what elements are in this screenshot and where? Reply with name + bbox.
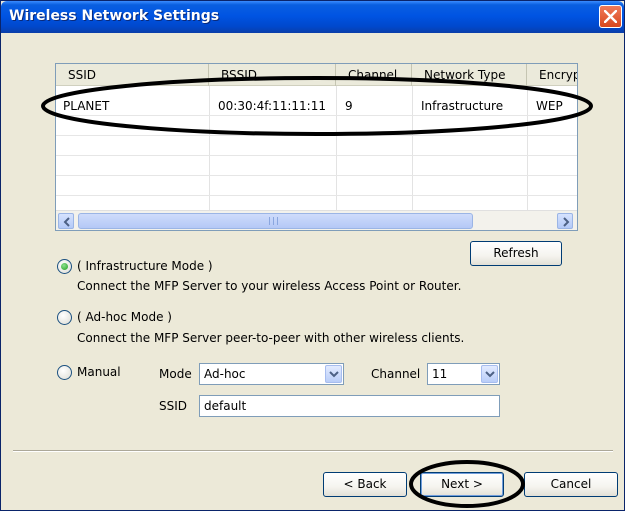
column-header-bssid[interactable]: BSSID xyxy=(209,64,336,86)
chevron-down-icon xyxy=(485,371,495,378)
network-list[interactable]: SSID BSSID Channel Network Type Encrypti… xyxy=(55,63,578,231)
cell-ssid: PLANET xyxy=(63,99,110,113)
empty-row xyxy=(56,157,577,176)
column-header-network-type[interactable]: Network Type xyxy=(412,64,527,86)
grip-icon xyxy=(269,217,283,225)
infrastructure-mode-label[interactable]: ( Infrastructure Mode ) xyxy=(77,259,213,273)
column-header-ssid[interactable]: SSID xyxy=(56,64,209,86)
chevron-down-icon xyxy=(329,371,339,378)
empty-row xyxy=(56,117,577,136)
scroll-left-button[interactable] xyxy=(58,213,74,229)
ssid-input-value: default xyxy=(204,399,247,413)
next-button[interactable]: Next > xyxy=(420,472,504,497)
infrastructure-mode-radio[interactable] xyxy=(57,259,72,274)
mode-select-dropdown-button[interactable] xyxy=(325,365,342,383)
scrollbar-thumb[interactable] xyxy=(78,213,473,229)
wireless-settings-dialog: Wireless Network Settings SSID BSSID Cha… xyxy=(0,0,625,511)
network-list-header: SSID BSSID Channel Network Type Encrypti… xyxy=(56,64,577,86)
cell-bssid: 00:30:4f:11:11:11 xyxy=(218,99,326,113)
horizontal-scrollbar[interactable] xyxy=(56,210,577,230)
ssid-input[interactable]: default xyxy=(199,395,500,417)
window-title: Wireless Network Settings xyxy=(9,8,220,24)
channel-select[interactable]: 11 xyxy=(427,363,500,385)
cell-channel: 9 xyxy=(345,99,353,113)
chevron-left-icon xyxy=(63,217,70,227)
mode-label: Mode xyxy=(159,367,192,381)
close-icon xyxy=(604,10,617,23)
channel-select-dropdown-button[interactable] xyxy=(481,365,498,383)
back-button[interactable]: < Back xyxy=(323,472,407,497)
radio-selected-dot xyxy=(61,263,68,270)
manual-mode-label[interactable]: Manual xyxy=(77,365,121,379)
adhoc-mode-label[interactable]: ( Ad-hoc Mode ) xyxy=(77,310,172,324)
adhoc-mode-description: Connect the MFP Server peer-to-peer with… xyxy=(77,331,465,345)
refresh-button[interactable]: Refresh xyxy=(470,241,562,266)
scroll-right-button[interactable] xyxy=(557,213,573,229)
empty-row xyxy=(56,137,577,156)
channel-label: Channel xyxy=(371,367,421,381)
title-bar: Wireless Network Settings xyxy=(1,1,624,33)
adhoc-mode-radio[interactable] xyxy=(57,310,72,325)
cell-network-type: Infrastructure xyxy=(421,99,504,113)
footer-separator xyxy=(13,450,613,452)
chevron-right-icon xyxy=(563,217,570,227)
mode-select[interactable]: Ad-hoc xyxy=(199,363,344,385)
column-header-channel[interactable]: Channel xyxy=(336,64,412,86)
table-row[interactable]: PLANET 00:30:4f:11:11:11 9 Infrastructur… xyxy=(56,97,577,116)
ssid-label: SSID xyxy=(159,399,188,413)
manual-mode-radio[interactable] xyxy=(57,365,72,380)
channel-select-value: 11 xyxy=(432,367,448,381)
column-header-encryption[interactable]: Encryption xyxy=(527,64,577,86)
close-button[interactable] xyxy=(599,5,622,28)
mode-select-value: Ad-hoc xyxy=(204,367,246,381)
empty-row xyxy=(56,177,577,196)
infrastructure-mode-description: Connect the MFP Server to your wireless … xyxy=(77,279,462,293)
cancel-button[interactable]: Cancel xyxy=(524,472,618,497)
cell-encryption: WEP xyxy=(536,99,563,113)
